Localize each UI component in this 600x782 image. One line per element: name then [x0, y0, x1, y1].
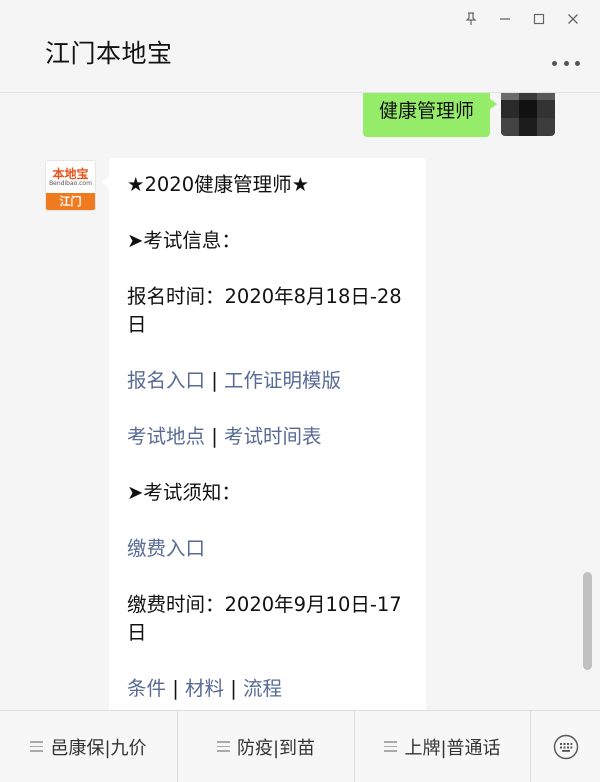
menu-item-license[interactable]: 上牌|普通话 [355, 711, 531, 782]
official-account-avatar[interactable]: 本地宝 Bendibao.com 江门 [45, 160, 96, 211]
more-options-icon[interactable] [552, 56, 580, 70]
link-separator: | [211, 369, 218, 392]
maximize-icon[interactable] [522, 8, 556, 30]
work-cert-template-link[interactable]: 工作证明模版 [224, 369, 341, 392]
menu-item-label: 邑康保|九价 [50, 737, 147, 759]
payment-time-text: 缴费时间：2020年9月10日-17日 [127, 593, 402, 644]
logo-top: 本地宝 Bendibao.com [46, 161, 95, 194]
logo-city-text: 江门 [46, 193, 95, 210]
menu-item-epidemic[interactable]: 防疫|到苗 [178, 711, 355, 782]
payment-entry-link[interactable]: 缴费入口 [127, 537, 205, 560]
window-controls [454, 8, 590, 30]
pin-icon[interactable] [454, 8, 488, 30]
register-entry-link[interactable]: 报名入口 [127, 369, 205, 392]
menu-icon [384, 741, 398, 752]
link-row-exam: 考试地点 | 考试时间表 [127, 423, 408, 451]
exam-location-link[interactable]: 考试地点 [127, 425, 205, 448]
menu-icon [30, 741, 44, 752]
minimize-icon[interactable] [488, 8, 522, 30]
chat-area[interactable]: 健康管理师 本地宝 Bendibao.com 江门 ★2020健康管理师★ ➤考… [0, 93, 600, 710]
link-separator: | [230, 677, 237, 700]
logo-sub-text: Bendibao.com [49, 180, 92, 187]
register-time-text: 报名时间：2020年8月18日-28日 [127, 285, 402, 336]
materials-link[interactable]: 材料 [185, 677, 224, 700]
menu-item-yikangbao[interactable]: 邑康保|九价 [0, 711, 178, 782]
close-icon[interactable] [556, 8, 590, 30]
exam-info-heading: ➤考试信息： [127, 229, 241, 252]
message-title: ★2020健康管理师★ [127, 173, 310, 196]
self-avatar[interactable] [501, 93, 555, 136]
logo-main-text: 本地宝 [52, 167, 89, 181]
menu-item-label: 防疫|到苗 [236, 737, 316, 759]
sent-message-bubble[interactable]: 健康管理师 [362, 93, 498, 137]
bottom-menu: 邑康保|九价 防疫|到苗 上牌|普通话 [0, 710, 600, 782]
exam-notice-heading: ➤考试须知： [127, 481, 241, 504]
process-link[interactable]: 流程 [243, 677, 282, 700]
chat-title: 江门本地宝 [45, 39, 173, 68]
link-row-requirements: 条件 | 材料 | 流程 [127, 675, 408, 703]
link-separator: | [211, 425, 218, 448]
received-message-bubble: ★2020健康管理师★ ➤考试信息： 报名时间：2020年8月18日-28日 报… [102, 158, 426, 710]
menu-icon [216, 741, 230, 752]
link-separator: | [172, 677, 179, 700]
keyboard-icon[interactable] [531, 711, 600, 782]
conditions-link[interactable]: 条件 [127, 677, 166, 700]
chat-header: 江门本地宝 [0, 0, 600, 93]
menu-item-label: 上牌|普通话 [404, 737, 501, 759]
exam-schedule-link[interactable]: 考试时间表 [224, 425, 322, 448]
chat-scrollbar[interactable] [583, 572, 592, 670]
link-row-register: 报名入口 | 工作证明模版 [127, 367, 408, 395]
link-row-payment: 缴费入口 [127, 535, 408, 563]
